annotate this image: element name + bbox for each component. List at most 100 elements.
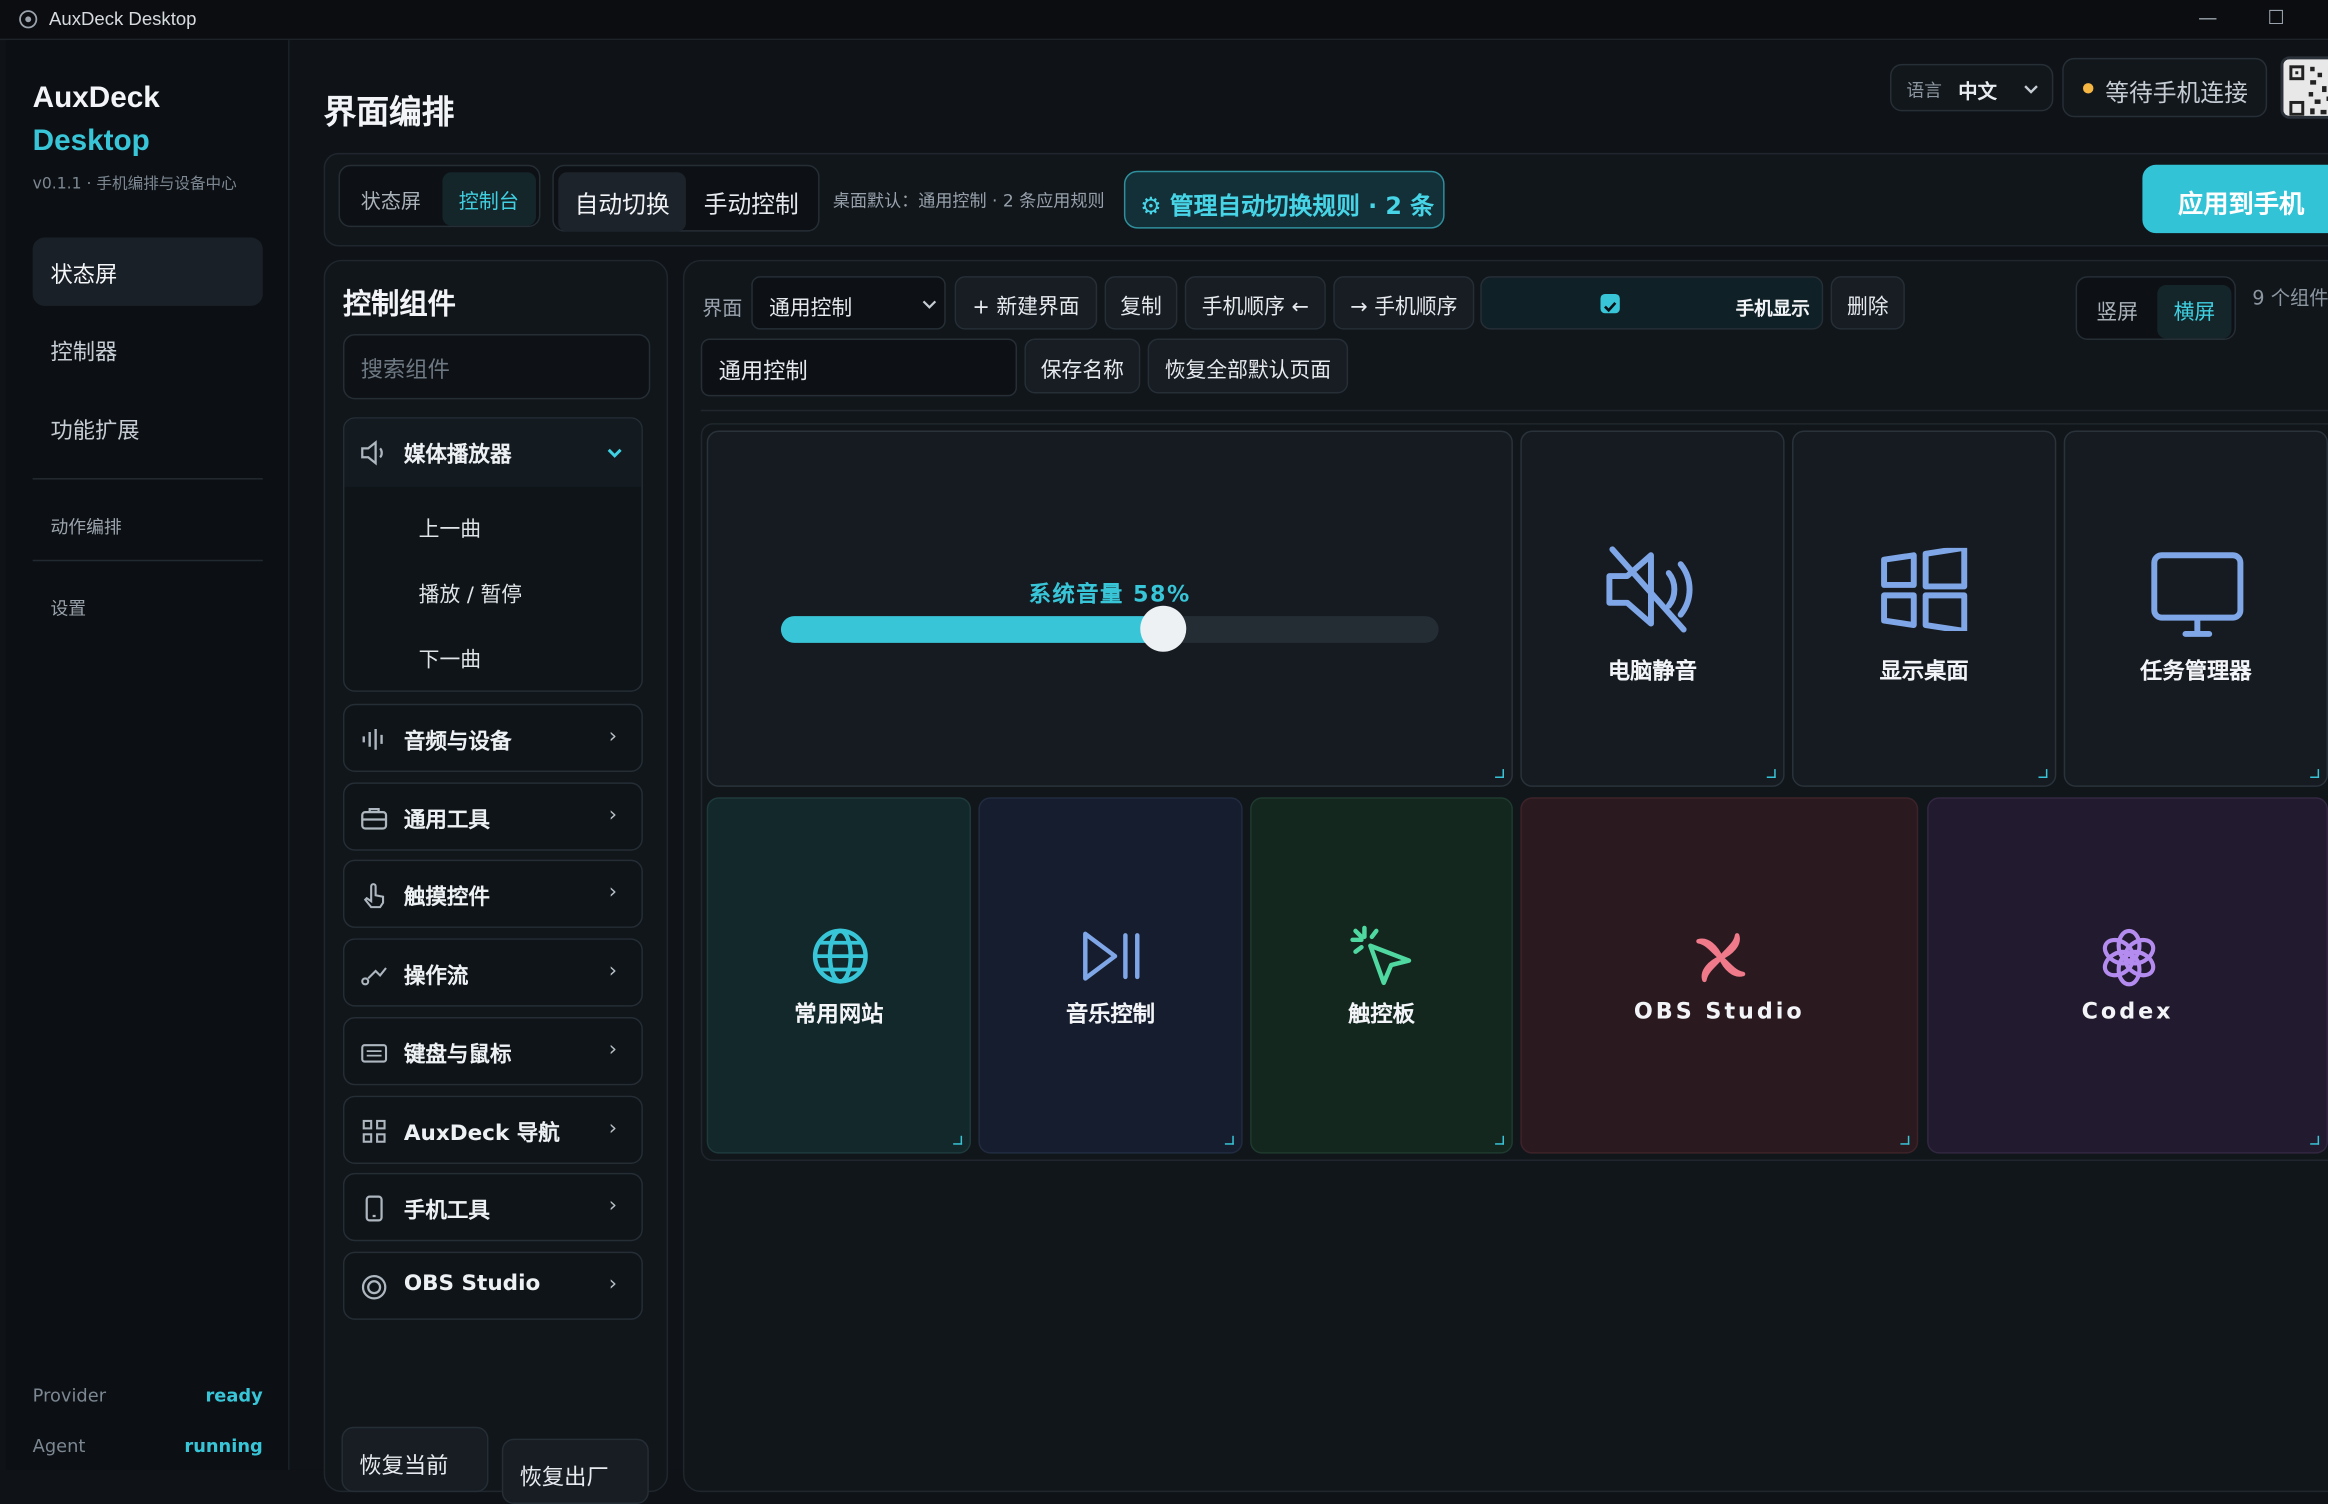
resize-handle-icon[interactable] [1225, 1136, 1234, 1145]
category-label: 通用工具 [404, 803, 490, 834]
category-operation-flow[interactable]: 操作流 › [343, 938, 643, 1006]
app-icon [18, 9, 39, 30]
volume-slider-thumb[interactable] [1140, 606, 1186, 652]
divider [701, 410, 2328, 411]
keyboard-icon [359, 1038, 389, 1068]
sidebar-item-controller[interactable]: 控制器 [33, 315, 263, 383]
language-select[interactable]: 语言 中文 [1890, 64, 2053, 112]
minimize-icon[interactable]: — [2193, 4, 2223, 34]
chevron-right-icon: › [609, 959, 617, 983]
resize-handle-icon[interactable] [2310, 769, 2319, 778]
resize-handle-icon[interactable] [953, 1136, 962, 1145]
cursor-click-icon [1350, 925, 1415, 990]
restore-current-button[interactable]: 恢复当前 [341, 1427, 488, 1492]
category-phone-tools[interactable]: 手机工具 › [343, 1173, 643, 1241]
tile-obs-studio[interactable]: OBS Studio [1520, 797, 1918, 1153]
tab-auto-switch[interactable]: 自动切换 [558, 172, 686, 231]
qr-code-icon[interactable] [2280, 56, 2328, 118]
sidebar-divider [33, 478, 263, 479]
category-audio-devices[interactable]: 音频与设备 › [343, 704, 643, 772]
chevron-right-icon: › [609, 803, 617, 827]
category-keyboard-mouse[interactable]: 键盘与鼠标 › [343, 1017, 643, 1085]
tab-status-screen[interactable]: 状态屏 [344, 172, 437, 225]
volume-label: 系统音量 58% [707, 578, 1513, 609]
order-next-button[interactable]: → 手机顺序 [1333, 276, 1474, 329]
category-label: 键盘与鼠标 [404, 1038, 512, 1069]
order-prev-button[interactable]: 手机顺序 ← [1185, 276, 1326, 329]
category-touch-controls[interactable]: 触摸控件 › [343, 860, 643, 928]
sidebar-item-action-flow[interactable]: 动作编排 [33, 491, 263, 559]
tile-task-manager[interactable]: 任务管理器 [2064, 431, 2328, 787]
chevron-right-icon: › [609, 725, 617, 749]
sidebar-item-settings[interactable]: 设置 [33, 573, 263, 641]
tab-manual-control[interactable]: 手动控制 [687, 172, 815, 231]
restore-factory-button[interactable]: 恢复出厂 [502, 1439, 649, 1504]
phone-icon [359, 1194, 389, 1224]
chevron-down-icon [922, 297, 937, 312]
tile-common-websites[interactable]: 常用网站 [707, 797, 971, 1153]
components-title: 控制组件 [343, 282, 456, 322]
tile-label: 触控板 [1252, 998, 1512, 1029]
media-item-next[interactable]: 下一曲 [419, 644, 481, 674]
resize-handle-icon[interactable] [2310, 1136, 2319, 1145]
category-obs-studio[interactable]: OBS Studio › [343, 1252, 643, 1320]
media-player-header[interactable]: 媒体播放器 [344, 419, 642, 487]
resize-handle-icon[interactable] [1767, 769, 1776, 778]
category-label: 音频与设备 [404, 725, 512, 756]
category-general-tools[interactable]: 通用工具 › [343, 782, 643, 850]
resize-handle-icon[interactable] [1495, 769, 1504, 778]
agent-label: Agent [33, 1436, 86, 1457]
language-label: 语言 [1906, 77, 1942, 102]
media-item-prev[interactable]: 上一曲 [419, 514, 481, 544]
new-interface-button[interactable]: + 新建界面 [955, 276, 1098, 329]
resize-handle-icon[interactable] [1495, 1136, 1504, 1145]
sidebar-divider [33, 560, 263, 561]
tile-pc-mute[interactable]: 电脑静音 [1520, 431, 1784, 787]
play-pause-icon [1081, 929, 1143, 982]
phone-display-toggle[interactable]: 手机显示 [1480, 276, 1823, 329]
manage-rules-button[interactable]: ⚙ 管理自动切换规则 · 2 条 [1124, 171, 1445, 229]
tile-show-desktop[interactable]: 显示桌面 [1792, 431, 2056, 787]
tab-portrait[interactable]: 竖屏 [2080, 285, 2154, 338]
toolbox-icon [359, 803, 389, 833]
interface-label: 界面 [702, 291, 742, 321]
resize-handle-icon[interactable] [1900, 1136, 1909, 1145]
tile-label: Codex [1929, 998, 2327, 1025]
chevron-right-icon: › [609, 1116, 617, 1140]
media-player-label: 媒体播放器 [404, 438, 512, 469]
search-input[interactable]: 搜索组件 [343, 334, 650, 399]
delete-button[interactable]: 删除 [1831, 276, 1905, 329]
resize-handle-icon[interactable] [2038, 769, 2047, 778]
provider-label: Provider [33, 1385, 106, 1406]
tile-label: 电脑静音 [1522, 655, 1783, 686]
category-auxdeck-nav[interactable]: AuxDeck 导航 › [343, 1096, 643, 1164]
copy-button[interactable]: 复制 [1105, 276, 1178, 329]
checkbox-checked-icon [1600, 294, 1619, 313]
tab-landscape[interactable]: 横屏 [2157, 285, 2231, 338]
interface-select[interactable]: 通用控制 [751, 276, 945, 329]
apply-to-phone-button[interactable]: 应用到手机 [2142, 165, 2328, 233]
provider-value: ready [206, 1385, 263, 1406]
sidebar-item-extensions[interactable]: 功能扩展 [33, 393, 263, 461]
interface-name-input[interactable]: 通用控制 [701, 339, 1017, 397]
interface-select-value: 通用控制 [769, 297, 852, 321]
tab-console[interactable]: 控制台 [442, 172, 535, 225]
media-item-play-pause[interactable]: 播放 / 暂停 [419, 579, 522, 609]
tile-label: OBS Studio [1522, 998, 1917, 1025]
restore-all-defaults-button[interactable]: 恢复全部默认页面 [1148, 339, 1348, 394]
category-label: OBS Studio [404, 1272, 540, 1296]
tile-music-control[interactable]: 音乐控制 [978, 797, 1242, 1153]
agent-status: Agentrunning [33, 1436, 263, 1457]
tile-touchpad[interactable]: 触控板 [1250, 797, 1513, 1153]
tile-codex[interactable]: Codex [1927, 797, 2328, 1153]
monitor-icon [2150, 551, 2245, 640]
save-name-button[interactable]: 保存名称 [1024, 339, 1140, 394]
sidebar-item-status-screen[interactable]: 状态屏 [33, 238, 263, 306]
provider-status: Provider ready [33, 1385, 263, 1406]
screen-type-tabs: 状态屏 控制台 [339, 165, 541, 227]
maximize-icon[interactable]: ☐ [2261, 4, 2291, 34]
window-title: AuxDeck Desktop [49, 9, 197, 30]
obs-icon [359, 1272, 389, 1302]
pinwheel-icon [1690, 926, 1752, 988]
sidebar: AuxDeck Desktop v0.1.1 · 手机编排与设备中心 状态屏 控… [6, 40, 290, 1470]
